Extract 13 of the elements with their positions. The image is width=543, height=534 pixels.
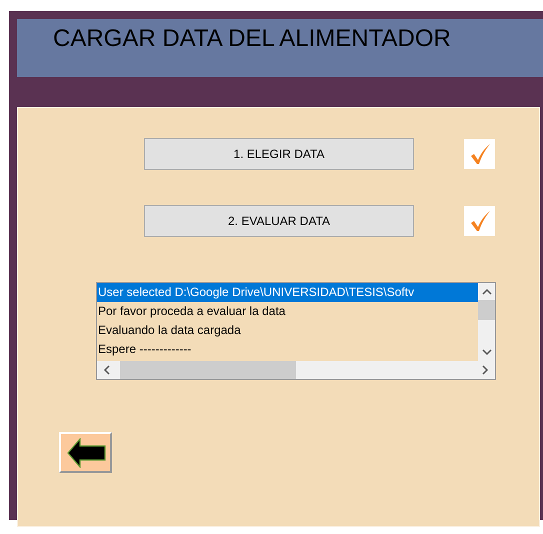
checkmark-icon xyxy=(468,210,490,232)
scroll-thumb[interactable] xyxy=(478,300,495,320)
checkmark-icon xyxy=(468,143,490,165)
log-line[interactable]: Por favor proceda a evaluar la data xyxy=(97,302,478,321)
log-listbox[interactable]: User selected D:\Google Drive\UNIVERSIDAD\TESIS\Softv Por favor proceda a evaluar la data Evaluando la data cargada Espere ------------- xyxy=(96,282,496,380)
scroll-thumb[interactable] xyxy=(120,361,296,379)
step-button[interactable]: 2. EVALUAR DATA xyxy=(144,205,414,237)
back-button[interactable] xyxy=(59,432,112,473)
log-line[interactable]: Evaluando la data cargada xyxy=(97,321,478,340)
step-button[interactable]: 1. ELEGIR DATA xyxy=(144,138,414,170)
log-line[interactable]: Espere ------------- xyxy=(97,340,478,359)
left-arrow-icon xyxy=(66,438,106,468)
page-title: CARGAR DATA DEL ALIMENTADOR xyxy=(53,25,451,52)
